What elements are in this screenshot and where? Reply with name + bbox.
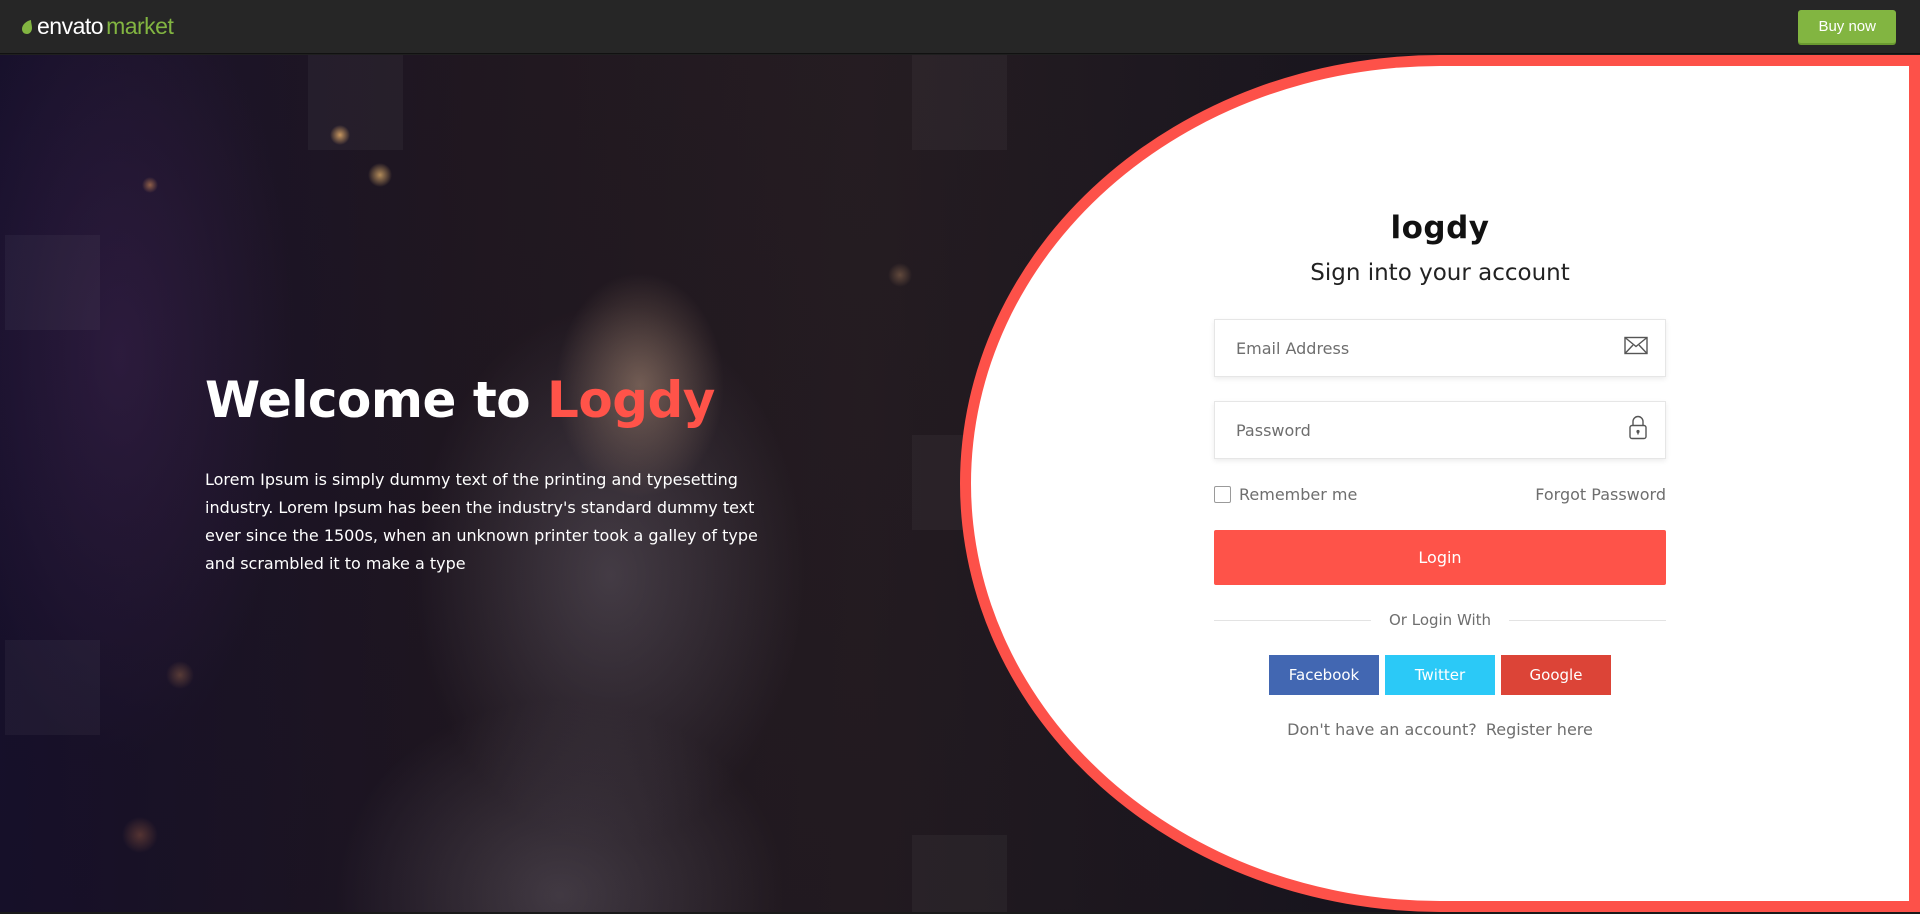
divider-line — [1509, 619, 1667, 621]
password-input[interactable] — [1215, 402, 1665, 458]
brand-market-text: market — [106, 13, 174, 39]
twitter-login-button[interactable]: Twitter — [1385, 655, 1495, 695]
remember-label: Remember me — [1239, 485, 1358, 504]
envelope-icon — [1624, 336, 1648, 360]
login-button[interactable]: Login — [1214, 530, 1666, 585]
hero-description: Lorem Ipsum is simply dummy text of the … — [205, 470, 758, 573]
hero-text-block: Welcome to Logdy Lorem Ipsum is simply d… — [205, 373, 765, 578]
lock-icon — [1628, 415, 1648, 445]
bottom-strip — [0, 912, 1920, 920]
social-login-buttons: Facebook Twitter Google — [1214, 655, 1666, 695]
divider-line — [1214, 619, 1371, 621]
forgot-password-link[interactable]: Forgot Password — [1535, 485, 1666, 504]
form-subtitle: Sign into your account — [1310, 260, 1570, 286]
top-bar: envato market Buy now — [0, 0, 1920, 54]
form-options-row: Remember me Forgot Password — [1214, 485, 1666, 504]
no-account-text: Don't have an account? — [1287, 720, 1477, 739]
email-field — [1214, 319, 1666, 377]
google-login-button[interactable]: Google — [1501, 655, 1611, 695]
watermark-tile — [5, 640, 100, 735]
remember-me[interactable]: Remember me — [1214, 485, 1357, 504]
email-input[interactable] — [1215, 320, 1665, 376]
or-login-with-label: Or Login With — [1388, 611, 1492, 629]
welcome-brand: Logdy — [547, 371, 715, 429]
buy-now-button[interactable]: Buy now — [1798, 10, 1896, 43]
envato-market-logo[interactable]: envato market — [20, 13, 174, 40]
welcome-heading: Welcome to Logdy — [205, 373, 765, 428]
or-login-with-divider: Or Login With — [1214, 611, 1667, 629]
watermark-tile — [912, 55, 1007, 150]
watermark-tile — [5, 235, 100, 330]
password-field — [1214, 401, 1666, 459]
login-form: logdy Sign into your account Remember me — [1214, 210, 1667, 739]
brand-envato-text: envato — [37, 13, 104, 39]
watermark-tile — [912, 835, 1007, 920]
envato-leaf-icon — [22, 19, 32, 34]
welcome-prefix: Welcome to — [205, 371, 547, 429]
facebook-login-button[interactable]: Facebook — [1269, 655, 1379, 695]
register-prompt: Don't have an account? Register here — [1214, 720, 1666, 739]
watermark-tile — [308, 55, 403, 150]
logdy-logo: logdy — [1390, 210, 1490, 246]
register-link[interactable]: Register here — [1486, 720, 1593, 739]
remember-checkbox[interactable] — [1214, 486, 1231, 503]
